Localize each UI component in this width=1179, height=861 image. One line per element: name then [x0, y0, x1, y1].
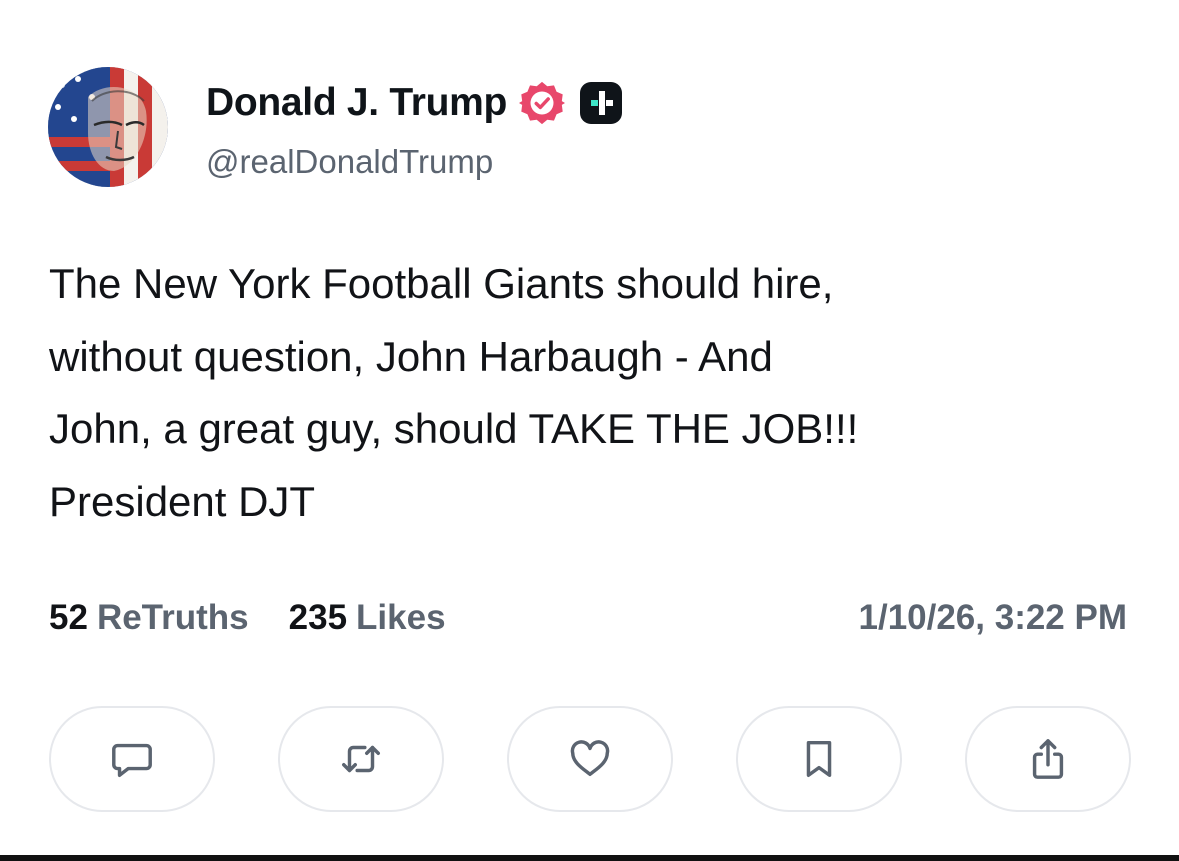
retruths-label: ReTruths: [96, 598, 249, 637]
bookmark-button[interactable]: [736, 706, 902, 812]
share-button[interactable]: [965, 706, 1131, 812]
like-icon: [570, 740, 610, 777]
author-name-row: Donald J. Trump: [206, 78, 623, 128]
truth-post: Donald J. Trump @realDonaldTrump The New…: [0, 0, 1179, 861]
reply-button[interactable]: [49, 706, 215, 812]
avatar-flag-portrait-image: [48, 67, 168, 187]
action-bar: [49, 706, 1131, 814]
retruths-count: 52: [49, 598, 88, 637]
bookmark-icon: [806, 740, 832, 778]
truth-plus-badge-icon: [580, 82, 623, 124]
retruths-stat[interactable]: 52 ReTruths: [49, 598, 249, 638]
like-button[interactable]: [507, 706, 673, 812]
engagement-stats: 52 ReTruths 235 Likes: [49, 598, 446, 638]
post-text: The New York Football Giants should hire…: [49, 260, 859, 525]
post-timestamp: 1/10/26, 3:22 PM: [858, 598, 1128, 637]
likes-count: 235: [288, 598, 348, 637]
avatar[interactable]: [48, 67, 168, 187]
retruth-icon: [342, 745, 380, 773]
verified-badge-icon: [519, 81, 566, 125]
author-display-name[interactable]: Donald J. Trump: [206, 81, 507, 125]
retruth-button[interactable]: [278, 706, 444, 812]
reply-icon: [112, 743, 152, 778]
author-handle[interactable]: @realDonaldTrump: [206, 143, 493, 181]
likes-stat[interactable]: 235 Likes: [289, 598, 446, 638]
likes-label: Likes: [356, 598, 446, 637]
share-icon: [1032, 739, 1064, 779]
bottom-divider: [0, 855, 1179, 861]
